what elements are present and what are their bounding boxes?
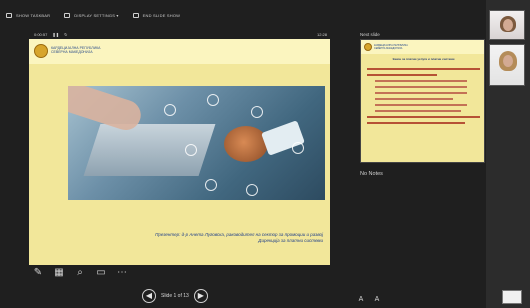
coat-of-arms-logo — [34, 44, 48, 58]
current-slide: КАРДЕЦИЈАЛНА РЕПУБЛИКА СЕВЕРНА МАКЕДОНИЈ… — [29, 39, 330, 265]
participant-video-2[interactable] — [489, 44, 525, 86]
text-line — [375, 92, 467, 94]
end-slide-show-label: END SLIDE SHOW — [142, 12, 181, 18]
increase-font-icon[interactable]: A — [357, 296, 365, 304]
reset-icon[interactable]: ↻ — [64, 32, 67, 37]
timer-value: 0:00:57 — [34, 32, 48, 37]
coat-of-arms-logo — [364, 43, 372, 51]
organization-name: КАРДЕЦИЈАЛНА РЕПУБЛИКА СЕВЕРНА МАКЕДОНИЈ… — [51, 46, 101, 55]
slide-photo — [68, 86, 325, 200]
slide-grid-icon[interactable]: ▦ — [53, 267, 65, 279]
next-slide-content — [367, 64, 480, 128]
stop-icon — [132, 12, 139, 18]
display-settings-button[interactable]: DISPLAY SETTINGS ▾ — [64, 12, 119, 18]
slide-counter: Slide 1 of 13 — [161, 293, 189, 299]
text-line — [375, 98, 453, 100]
decrease-font-icon[interactable]: A — [373, 296, 381, 304]
next-slide-title: Закон за платни услуги и платни системи — [392, 57, 455, 61]
coin-shape — [224, 126, 268, 162]
next-slide-preview[interactable]: КАРДЕЦИЈАЛНА РЕПУБЛИКА СЕВЕРНА МАКЕДОНИЈ… — [360, 39, 485, 163]
display-settings-label: DISPLAY SETTINGS ▾ — [74, 12, 119, 18]
slide-pager: ◀ Slide 1 of 13 ▶ — [142, 289, 208, 303]
end-slide-show-button[interactable]: END SLIDE SHOW — [132, 12, 181, 18]
show-taskbar-label: SHOW TASKBAR — [16, 12, 51, 18]
network-node-icon — [251, 106, 263, 118]
text-line — [375, 104, 467, 106]
presentation-stage: SHOW TASKBAR DISPLAY SETTINGS ▾ END SLID… — [0, 0, 530, 308]
text-line — [367, 116, 480, 118]
text-line — [367, 68, 480, 70]
next-slide-organization: КАРДЕЦИЈАЛНА РЕПУБЛИКА СЕВЕРНА МАКЕДОНИЈ… — [374, 44, 408, 50]
network-node-icon — [205, 179, 217, 191]
screen-icon[interactable]: ▭ — [95, 267, 107, 279]
chevron-right-icon[interactable]: ▶ — [193, 289, 208, 303]
presenter-toolbar: SHOW TASKBAR DISPLAY SETTINGS ▾ END SLID… — [0, 7, 356, 23]
more-icon[interactable]: ⋯ — [116, 267, 128, 279]
display-icon — [64, 12, 71, 18]
slide-tools: ✎ ▦ ⌕ ▭ ⋯ — [32, 267, 128, 279]
network-node-icon — [246, 184, 258, 196]
text-line — [375, 86, 467, 88]
presenter-line-2: Дирекција за платни системи — [258, 238, 323, 243]
presenter-credit: Презентер: д-р Анета Луговска, раководит… — [119, 232, 323, 244]
pause-icon[interactable]: ❚❚ — [52, 32, 59, 37]
text-line — [375, 80, 467, 82]
clock: 12:28 — [317, 32, 328, 37]
text-line — [375, 110, 461, 112]
network-node-icon — [164, 104, 176, 116]
chevron-left-icon[interactable]: ◀ — [142, 289, 156, 303]
participant-video-1[interactable] — [489, 10, 525, 40]
mini-preview-thumbnail[interactable] — [502, 290, 522, 304]
participant-2-face — [503, 55, 513, 67]
text-line — [367, 122, 465, 124]
show-taskbar-button[interactable]: SHOW TASKBAR — [6, 12, 51, 18]
network-node-icon — [207, 94, 219, 106]
network-node-icon — [185, 144, 197, 156]
taskbar-icon — [6, 12, 12, 18]
notes-font-controls: A A — [357, 296, 381, 304]
speaker-notes: No Notes — [360, 171, 383, 177]
network-node-icon — [292, 142, 304, 154]
magnifier-icon[interactable]: ⌕ — [74, 267, 86, 279]
text-line — [367, 74, 437, 76]
elapsed-timer: 0:00:57 ❚❚ ↻ — [34, 32, 67, 37]
participant-1-face — [503, 19, 513, 31]
next-slide-label: Next slide — [360, 32, 380, 37]
pen-icon[interactable]: ✎ — [32, 267, 44, 279]
